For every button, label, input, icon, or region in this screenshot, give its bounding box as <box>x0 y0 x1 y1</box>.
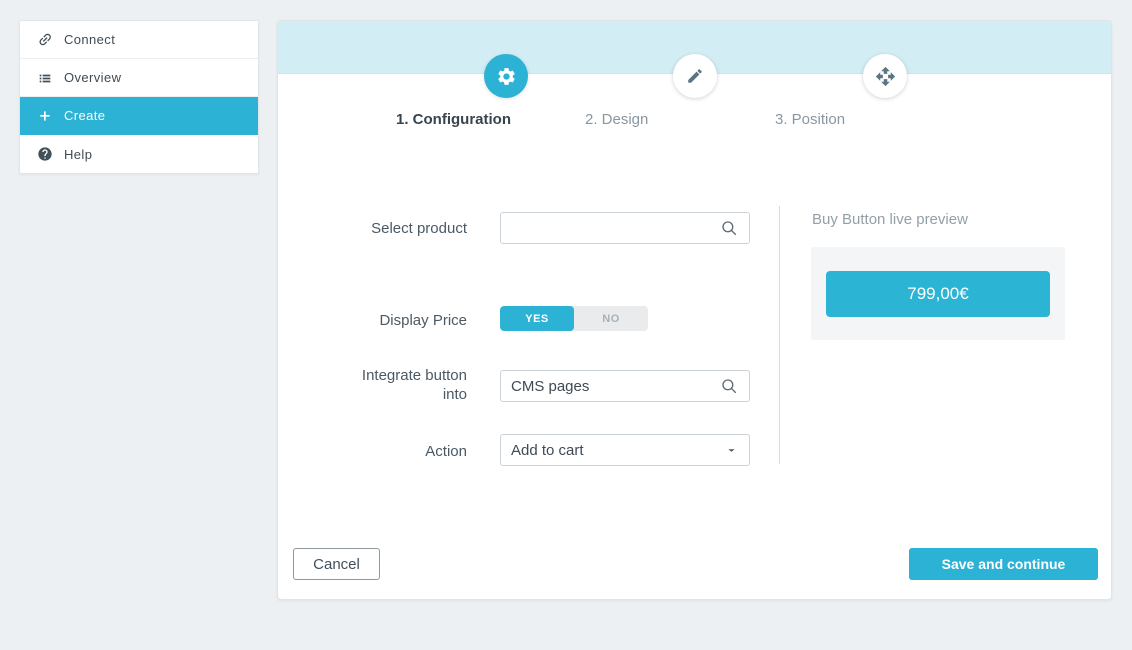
sidebar-item-help[interactable]: Help <box>20 135 258 173</box>
sidebar-item-label: Create <box>64 108 105 123</box>
display-price-label: Display Price <box>335 311 467 330</box>
form-preview-divider <box>779 206 780 464</box>
pencil-icon <box>686 67 704 85</box>
action-dropdown[interactable]: Add to cart <box>500 434 750 466</box>
step-design-label[interactable]: 2. Design <box>585 111 805 128</box>
search-icon[interactable] <box>720 377 738 395</box>
list-icon <box>36 69 53 86</box>
sidebar: Connect Overview Create Help <box>19 20 259 174</box>
action-dropdown-value: Add to cart <box>511 442 584 459</box>
step-configuration-label[interactable]: 1. Configuration <box>396 111 616 128</box>
create-buy-button-panel: 1. Configuration 2. Design 3. Position S… <box>277 20 1112 600</box>
link-icon <box>32 27 56 51</box>
live-preview-panel: 799,00€ <box>811 247 1065 340</box>
sidebar-item-label: Help <box>64 147 92 162</box>
sidebar-item-overview[interactable]: Overview <box>20 59 258 97</box>
sidebar-item-label: Overview <box>64 70 121 85</box>
step-position-circle[interactable] <box>863 54 907 98</box>
chevron-down-icon <box>724 443 739 458</box>
gear-icon <box>496 66 517 87</box>
integrate-into-input[interactable] <box>500 370 750 402</box>
step-configuration-circle[interactable] <box>484 54 528 98</box>
sidebar-item-create[interactable]: Create <box>20 97 258 135</box>
help-icon <box>36 146 53 163</box>
move-icon <box>875 66 896 87</box>
step-design-circle[interactable] <box>673 54 717 98</box>
display-price-yes-option[interactable]: YES <box>500 306 574 331</box>
action-label: Action <box>335 442 467 461</box>
integrate-into-label: Integrate button into <box>335 366 467 404</box>
display-price-no-option[interactable]: NO <box>574 306 648 331</box>
save-and-continue-button[interactable]: Save and continue <box>909 548 1098 580</box>
live-preview-title: Buy Button live preview <box>812 211 968 228</box>
step-position-label[interactable]: 3. Position <box>775 111 995 128</box>
sidebar-item-label: Connect <box>64 32 115 47</box>
cancel-button[interactable]: Cancel <box>293 548 380 580</box>
display-price-toggle: YES NO <box>500 306 648 331</box>
buy-button-preview[interactable]: 799,00€ <box>826 271 1050 317</box>
sidebar-item-connect[interactable]: Connect <box>20 21 258 59</box>
select-product-input[interactable] <box>500 212 750 244</box>
select-product-label: Select product <box>335 219 467 238</box>
search-icon[interactable] <box>720 219 738 237</box>
plus-icon <box>36 107 53 124</box>
